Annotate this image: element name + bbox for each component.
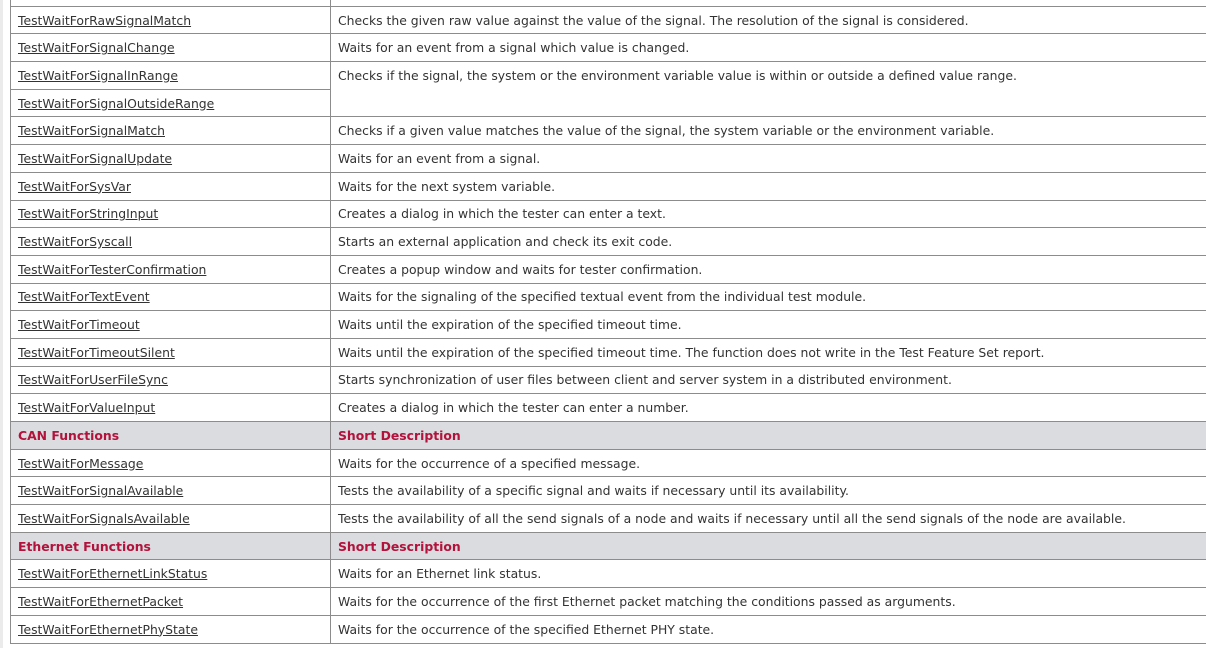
- function-link[interactable]: TestWaitForSignalOutsideRange: [18, 96, 214, 111]
- function-description-cell: Tests the availability of a specific sig…: [330, 476, 1206, 506]
- function-name-cell: TestWaitForSignalOutsideRange: [10, 88, 331, 118]
- function-link[interactable]: TestWaitForSignalMatch: [18, 123, 165, 138]
- function-link[interactable]: TestWaitForSyscall: [18, 234, 132, 249]
- function-link[interactable]: TestWaitForTimeout: [18, 317, 140, 332]
- function-link[interactable]: TestWaitForMessage: [18, 456, 143, 471]
- function-name-cell: TestWaitForSignalAvailable: [10, 476, 331, 506]
- table-row: TestWaitForSignalAvailable Tests the ava…: [10, 476, 1206, 506]
- table-row: TestWaitForSignalMatch Checks if a given…: [10, 116, 1206, 146]
- function-name-cell: TestWaitForStringInput: [10, 199, 331, 229]
- function-name-cell: TestWaitForSysVar: [10, 171, 331, 201]
- function-description-cell: Checks the given raw value against the v…: [330, 5, 1206, 35]
- table-row: TestWaitForEthernetLinkStatus Waits for …: [10, 559, 1206, 589]
- function-name-cell: TestWaitForTimeoutSilent: [10, 337, 331, 367]
- function-name-cell: TestWaitForEthernetPacket: [10, 587, 331, 616]
- function-link[interactable]: TestWaitForTesterConfirmation: [18, 262, 206, 277]
- function-name-cell: TestWaitForSignalUpdate: [10, 144, 331, 173]
- function-table: TestWaitForRawSignalMatch Checks the giv…: [10, 0, 1206, 644]
- function-description-cell: Starts an external application and check…: [330, 227, 1206, 256]
- table-row: TestWaitForTimeoutSilent Waits until the…: [10, 337, 1206, 367]
- function-description-cell: Creates a dialog in which the tester can…: [330, 199, 1206, 229]
- function-link[interactable]: TestWaitForRawSignalMatch: [18, 13, 191, 28]
- function-link[interactable]: TestWaitForSysVar: [18, 179, 131, 194]
- function-description-cell: Starts synchronization of user files bet…: [330, 365, 1206, 395]
- function-description-cell: Tests the availability of all the send s…: [330, 504, 1206, 533]
- function-link[interactable]: TestWaitForTimeoutSilent: [18, 345, 175, 360]
- table-row: TestWaitForSignalUpdate Waits for an eve…: [10, 144, 1206, 173]
- table-row: TestWaitForEthernetPacket Waits for the …: [10, 587, 1206, 616]
- function-name-cell: TestWaitForTimeout: [10, 310, 331, 339]
- table-row: TestWaitForSignalInRange Checks if the s…: [10, 61, 1206, 118]
- function-name-cell: TestWaitForTextEvent: [10, 282, 331, 312]
- function-name-cell: TestWaitForSignalsAvailable: [10, 504, 331, 533]
- section-header-description: Short Description: [330, 421, 1206, 450]
- function-name-cell: TestWaitForEthernetLinkStatus: [10, 559, 331, 589]
- table-row: TestWaitForValueInput Creates a dialog i…: [10, 393, 1206, 422]
- function-name-cell: TestWaitForSignalChange: [10, 33, 331, 63]
- function-name-cell: TestWaitForUserFileSync: [10, 365, 331, 395]
- function-description-cell: Waits for an event from a signal.: [330, 144, 1206, 173]
- table-row: TestWaitForTextEvent Waits for the signa…: [10, 282, 1206, 312]
- function-link[interactable]: TestWaitForSignalInRange: [18, 68, 178, 83]
- section-header-functions: CAN Functions: [10, 421, 331, 450]
- function-name-cell: TestWaitForSignalMatch: [10, 116, 331, 146]
- function-name-cell: TestWaitForTesterConfirmation: [10, 254, 331, 284]
- function-name-cell: TestWaitForMessage: [10, 448, 331, 478]
- function-description-cell: Waits until the expiration of the specif…: [330, 310, 1206, 339]
- function-description-cell: Waits for the signaling of the specified…: [330, 282, 1206, 312]
- function-description-cell: Waits for the occurrence of a specified …: [330, 448, 1206, 478]
- function-description-cell: Checks if the signal, the system or the …: [330, 61, 1206, 118]
- function-description-cell: Checks if a given value matches the valu…: [330, 116, 1206, 146]
- function-link[interactable]: TestWaitForEthernetPhyState: [18, 622, 198, 637]
- function-link[interactable]: TestWaitForSignalAvailable: [18, 483, 183, 498]
- table-row: TestWaitForSignalChange Waits for an eve…: [10, 33, 1206, 63]
- table-row: TestWaitForSignalsAvailable Tests the av…: [10, 504, 1206, 533]
- section-header-description: Short Description: [330, 531, 1206, 561]
- function-description-cell: Waits for the next system variable.: [330, 171, 1206, 201]
- ethernet-section-header: Ethernet Functions Short Description: [10, 531, 1206, 561]
- table-row: TestWaitForTimeout Waits until the expir…: [10, 310, 1206, 339]
- table-row: TestWaitForSysVar Waits for the next sys…: [10, 171, 1206, 201]
- function-link[interactable]: TestWaitForEthernetLinkStatus: [18, 566, 207, 581]
- function-link[interactable]: TestWaitForUserFileSync: [18, 372, 168, 387]
- function-description-cell: Waits for the occurrence of the first Et…: [330, 587, 1206, 616]
- function-link[interactable]: TestWaitForSignalChange: [18, 40, 175, 55]
- can-section-header: CAN Functions Short Description: [10, 421, 1206, 450]
- table-row: TestWaitForMessage Waits for the occurre…: [10, 448, 1206, 478]
- function-name-cell: TestWaitForValueInput: [10, 393, 331, 422]
- function-link[interactable]: TestWaitForEthernetPacket: [18, 594, 183, 609]
- function-description-cell: Waits for the occurrence of the specifie…: [330, 614, 1206, 644]
- function-description-cell: Waits until the expiration of the specif…: [330, 337, 1206, 367]
- function-name-cell: TestWaitForSignalInRange: [10, 61, 331, 90]
- function-name-cell: TestWaitForEthernetPhyState: [10, 614, 331, 644]
- function-description-cell: Waits for an event from a signal which v…: [330, 33, 1206, 63]
- table-row: TestWaitForUserFileSync Starts synchroni…: [10, 365, 1206, 395]
- table-row: TestWaitForStringInput Creates a dialog …: [10, 199, 1206, 229]
- table-row: TestWaitForEthernetPhyState Waits for th…: [10, 614, 1206, 644]
- section-header-functions: Ethernet Functions: [10, 531, 331, 561]
- function-link[interactable]: TestWaitForTextEvent: [18, 289, 150, 304]
- table-row: TestWaitForSyscall Starts an external ap…: [10, 227, 1206, 256]
- page-left-margin: [0, 0, 3, 648]
- function-name-cell: TestWaitForSyscall: [10, 227, 331, 256]
- function-description-cell: Creates a dialog in which the tester can…: [330, 393, 1206, 422]
- function-description-cell: Creates a popup window and waits for tes…: [330, 254, 1206, 284]
- function-link[interactable]: TestWaitForSignalUpdate: [18, 151, 172, 166]
- table-row: TestWaitForTesterConfirmation Creates a …: [10, 254, 1206, 284]
- function-link[interactable]: TestWaitForStringInput: [18, 206, 158, 221]
- table-row: TestWaitForRawSignalMatch Checks the giv…: [10, 5, 1206, 35]
- function-link[interactable]: TestWaitForValueInput: [18, 400, 155, 415]
- function-table-container: TestWaitForRawSignalMatch Checks the giv…: [10, 0, 1206, 644]
- function-name-cell: TestWaitForRawSignalMatch: [10, 5, 331, 35]
- function-description-cell: Waits for an Ethernet link status.: [330, 559, 1206, 589]
- function-link[interactable]: TestWaitForSignalsAvailable: [18, 511, 190, 526]
